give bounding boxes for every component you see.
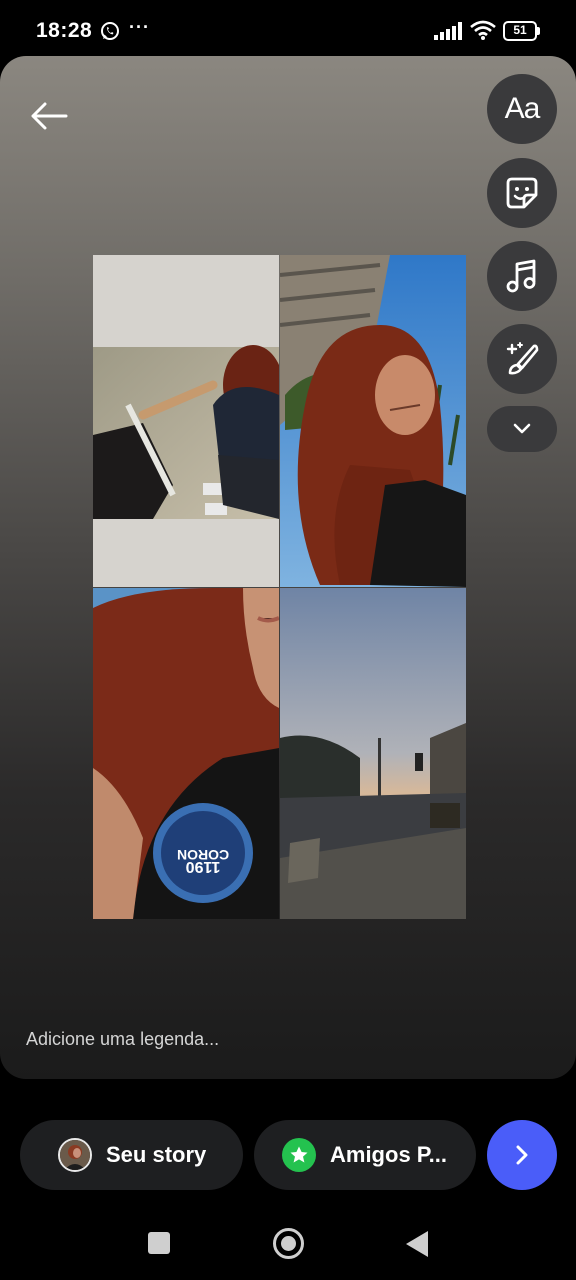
svg-text:1190: 1190: [186, 858, 221, 875]
collage-photo-bottom-left[interactable]: CORON 1190: [93, 588, 279, 919]
recents-button[interactable]: [148, 1232, 170, 1254]
status-bar: 18:28 ··· 51: [0, 0, 576, 60]
photo-collage[interactable]: CORON 1190: [93, 255, 466, 919]
star-icon: [282, 1138, 316, 1172]
more-tools-button[interactable]: [487, 406, 557, 452]
street-dusk-photo: [280, 588, 466, 919]
caption-input[interactable]: Adicione uma legenda...: [26, 1029, 219, 1050]
text-icon: Aa: [504, 92, 541, 125]
sticker-tool-button[interactable]: [487, 158, 557, 228]
music-tool-button[interactable]: [487, 241, 557, 311]
home-button[interactable]: [273, 1228, 304, 1259]
wifi-icon: [470, 20, 496, 40]
effects-tool-button[interactable]: [487, 324, 557, 394]
close-friends-label: Amigos P...: [330, 1142, 447, 1167]
chevron-right-icon: [516, 1145, 528, 1165]
back-button[interactable]: [26, 96, 72, 136]
whatsapp-icon: [101, 22, 119, 40]
arrow-left-icon: [31, 102, 68, 130]
battery-icon: 51: [503, 21, 541, 41]
magic-brush-icon: [506, 342, 539, 375]
selfie-building-photo: [280, 255, 466, 587]
avatar: [58, 1138, 92, 1172]
your-story-button[interactable]: Seu story: [20, 1120, 243, 1190]
collage-photo-bottom-right[interactable]: [280, 588, 466, 919]
system-back-button[interactable]: [406, 1231, 428, 1257]
close-friends-button[interactable]: Amigos P...: [254, 1120, 476, 1190]
your-story-label: Seu story: [106, 1142, 207, 1167]
collage-photo-top-left[interactable]: [93, 255, 279, 587]
next-button[interactable]: [487, 1120, 557, 1190]
status-time: 18:28: [36, 19, 93, 42]
sticker-icon: [506, 177, 538, 209]
story-editor-card: Aa CORON 1190 Adicione uma legenda...: [0, 56, 576, 1079]
more-dots-icon: ···: [129, 17, 150, 37]
umbrella-photo: [93, 345, 279, 519]
signal-icon: [434, 22, 462, 40]
chevron-down-icon: [513, 423, 531, 434]
hair-closeup-photo: CORON 1190: [93, 588, 279, 919]
battery-level: 51: [513, 23, 527, 37]
text-tool-button[interactable]: Aa: [487, 74, 557, 144]
share-bar: Seu story Amigos P...: [0, 1080, 576, 1210]
music-note-icon: [506, 259, 536, 293]
navigation-bar: [0, 1210, 576, 1280]
collage-photo-top-right[interactable]: [280, 255, 466, 587]
